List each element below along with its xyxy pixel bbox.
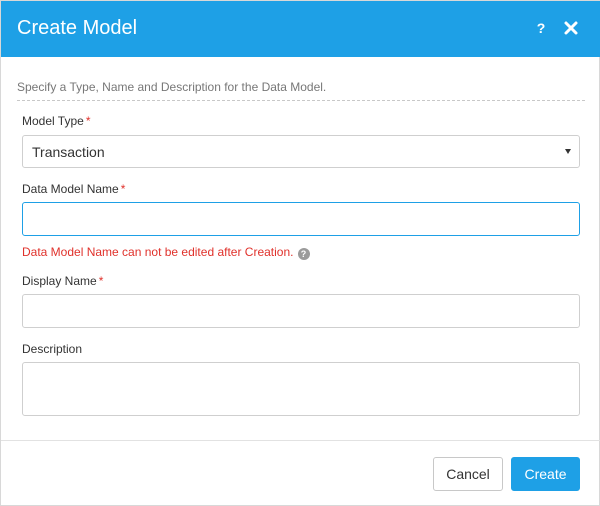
question-mark-icon[interactable]: ? (534, 18, 548, 38)
description-textarea[interactable] (22, 362, 580, 416)
model-type-label-text: Model Type (22, 114, 84, 128)
dialog-header: Create Model ? (1, 1, 600, 57)
required-marker: * (85, 114, 91, 128)
data-model-name-input[interactable] (22, 202, 580, 236)
required-marker: * (98, 274, 104, 288)
create-model-dialog: Create Model ? Specify a Type, Name and … (0, 0, 600, 506)
help-circle-icon[interactable]: ? (297, 248, 310, 260)
description-label: Description (22, 341, 82, 357)
chevron-down-icon (565, 149, 571, 154)
dialog-title: Create Model (17, 17, 138, 39)
close-icon[interactable] (562, 18, 580, 38)
display-name-input[interactable] (22, 294, 580, 328)
model-type-selected-value: Transaction (32, 144, 105, 160)
display-name-label: Display Name * (22, 273, 103, 289)
model-type-label: Model Type * (22, 113, 91, 129)
data-model-name-warning: Data Model Name can not be edited after … (22, 244, 310, 260)
data-model-name-warning-text: Data Model Name can not be edited after … (22, 245, 294, 259)
display-name-label-text: Display Name (22, 274, 97, 288)
model-type-select[interactable]: Transaction (22, 135, 580, 168)
description-label-text: Description (22, 342, 83, 356)
cancel-button[interactable]: Cancel (433, 457, 503, 491)
footer-divider (1, 440, 600, 441)
data-model-name-label: Data Model Name * (22, 181, 125, 197)
data-model-name-label-text: Data Model Name (22, 182, 119, 196)
create-button[interactable]: Create (511, 457, 580, 491)
required-marker: * (120, 182, 126, 196)
form-instruction: Specify a Type, Name and Description for… (17, 79, 585, 101)
